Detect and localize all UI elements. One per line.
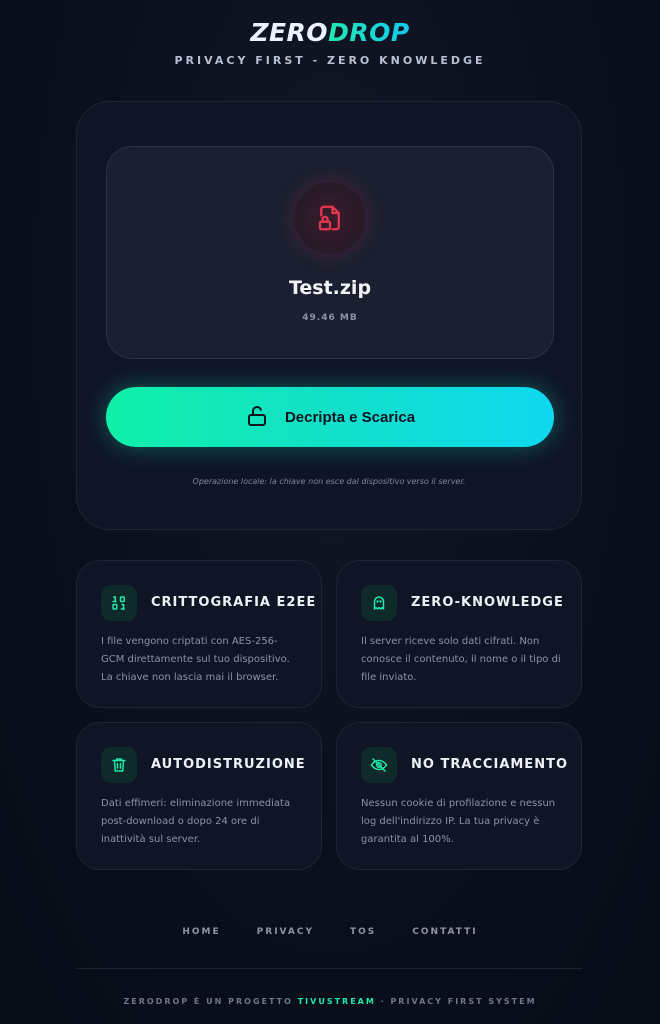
footer-credit: ZERODROP È UN PROGETTO TIVUSTREAM · PRIV…	[0, 997, 660, 1006]
eye-off-icon	[361, 747, 397, 783]
feature-card-zero-knowledge: ZERO-KNOWLEDGE Il server riceve solo dat…	[336, 560, 582, 708]
feature-card-no-tracking: NO TRACCIAMENTO Nessun cookie di profila…	[336, 722, 582, 870]
feature-description: Dati effimeri: eliminazione immediata po…	[101, 798, 291, 845]
feature-description: Nessun cookie di profilazione e nessun l…	[361, 798, 556, 845]
binary-icon	[101, 585, 137, 621]
logo-part-zero: ZERO	[250, 18, 329, 47]
file-name: Test.zip	[288, 277, 372, 299]
feature-card-e2ee: CRITTOGRAFIA E2EE I file vengono criptat…	[76, 560, 322, 708]
decrypt-download-label: Decripta e Scarica	[284, 408, 416, 426]
download-card: Test.zip 49.46 MB Decripta e Scarica Ope…	[76, 101, 582, 530]
credit-suffix: · PRIVACY FIRST SYSTEM	[375, 997, 537, 1006]
feature-title: CRITTOGRAFIA E2EE	[151, 595, 317, 610]
footer-link-privacy[interactable]: PRIVACY	[257, 927, 314, 937]
feature-card-self-destruct: AUTODISTRUZIONE Dati effimeri: eliminazi…	[76, 722, 322, 870]
credit-prefix: ZERODROP È UN PROGETTO	[123, 997, 298, 1006]
locked-file-icon	[294, 182, 366, 254]
local-operation-note: Operazione locale: la chiave non esce da…	[192, 477, 466, 486]
credit-brand-link[interactable]: TIVUSTREAM	[298, 997, 376, 1006]
logo-part-drop: DROP	[328, 18, 410, 47]
decrypt-download-button[interactable]: Decripta e Scarica	[106, 387, 554, 447]
feature-description: Il server riceve solo dati cifrati. Non …	[361, 636, 561, 683]
header: ZERODROP PRIVACY FIRST - ZERO KNOWLEDGE	[0, 16, 660, 67]
footer-nav: HOME PRIVACY TOS CONTATTI	[0, 927, 660, 937]
file-size: 49.46 MB	[302, 313, 358, 323]
ghost-icon	[361, 585, 397, 621]
feature-title: AUTODISTRUZIONE	[151, 757, 306, 772]
footer-divider	[76, 968, 582, 969]
tagline: PRIVACY FIRST - ZERO KNOWLEDGE	[174, 54, 486, 67]
footer-link-tos[interactable]: TOS	[350, 927, 376, 937]
feature-title: NO TRACCIAMENTO	[411, 757, 568, 772]
file-info-box: Test.zip 49.46 MB	[106, 146, 554, 359]
feature-description: I file vengono criptati con AES-256-GCM …	[101, 636, 290, 683]
feature-title: ZERO-KNOWLEDGE	[411, 595, 564, 610]
trash-icon	[101, 747, 137, 783]
unlock-icon	[245, 404, 269, 431]
logo[interactable]: ZERODROP	[0, 16, 660, 50]
footer-link-home[interactable]: HOME	[182, 927, 220, 937]
footer-link-contatti[interactable]: CONTATTI	[412, 927, 477, 937]
